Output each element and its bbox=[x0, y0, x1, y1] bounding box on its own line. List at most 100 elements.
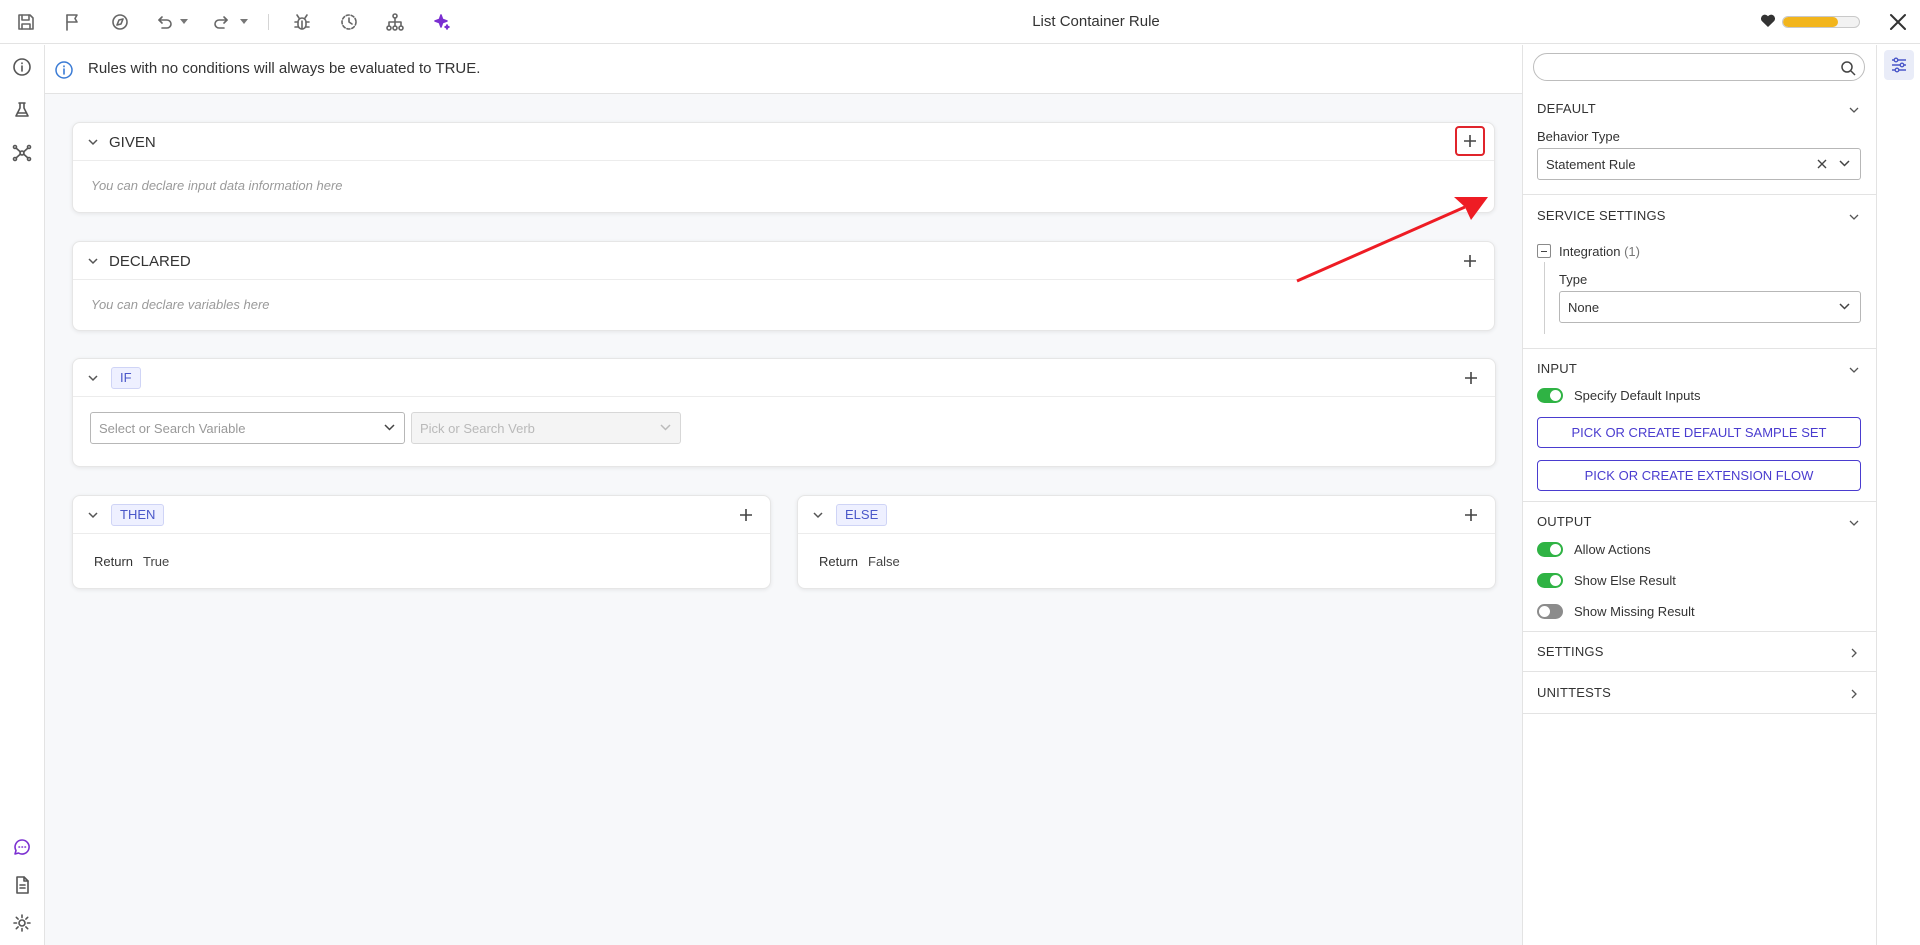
chevron-right-icon[interactable] bbox=[1848, 647, 1860, 659]
chevron-down-icon[interactable] bbox=[1848, 517, 1860, 529]
add-declared-button[interactable] bbox=[1460, 251, 1480, 271]
chevron-down-icon[interactable] bbox=[1848, 211, 1860, 223]
properties-sliders-icon[interactable] bbox=[1884, 50, 1914, 80]
chevron-down-icon[interactable] bbox=[87, 136, 99, 148]
then-return-value[interactable]: True bbox=[143, 554, 169, 569]
properties-panel: DEFAULT Behavior Type Statement Rule SER… bbox=[1522, 45, 1877, 945]
variable-select[interactable]: Select or Search Variable bbox=[90, 412, 405, 444]
show-else-result-toggle[interactable] bbox=[1537, 573, 1563, 588]
declared-hint: You can declare variables here bbox=[91, 297, 270, 312]
given-section: GIVEN You can declare input data informa… bbox=[72, 122, 1495, 213]
given-hint: You can declare input data information h… bbox=[91, 178, 343, 193]
chevron-down-icon bbox=[1839, 160, 1850, 167]
declared-section: DECLARED You can declare variables here bbox=[72, 241, 1495, 331]
verb-select-placeholder: Pick or Search Verb bbox=[420, 421, 535, 436]
add-else-action-button[interactable] bbox=[1461, 505, 1481, 525]
heart-icon bbox=[1760, 14, 1776, 33]
then-tag: THEN bbox=[111, 504, 165, 526]
divider bbox=[1523, 631, 1877, 632]
chevron-down-icon[interactable] bbox=[87, 255, 99, 267]
declared-title: DECLARED bbox=[109, 253, 191, 270]
pick-default-sample-set-button[interactable]: PICK OR CREATE DEFAULT SAMPLE SET bbox=[1537, 417, 1861, 448]
show-missing-result-toggle[interactable] bbox=[1537, 604, 1563, 619]
document-icon[interactable] bbox=[10, 873, 34, 897]
else-section: ELSE Return False bbox=[797, 495, 1496, 589]
divider bbox=[1523, 713, 1877, 714]
behavior-type-label: Behavior Type bbox=[1537, 129, 1620, 144]
rule-editor: Rules with no conditions will always be … bbox=[45, 45, 1522, 945]
close-icon[interactable] bbox=[1886, 10, 1910, 34]
chevron-down-icon[interactable] bbox=[87, 509, 99, 521]
integration-count: (1) bbox=[1624, 244, 1640, 259]
type-label: Type bbox=[1559, 272, 1588, 287]
behavior-type-select[interactable]: Statement Rule bbox=[1537, 148, 1861, 180]
specify-default-inputs-label: Specify Default Inputs bbox=[1574, 388, 1701, 403]
right-rail bbox=[1876, 45, 1920, 945]
integration-type-select[interactable]: None bbox=[1559, 291, 1861, 323]
specify-default-inputs-toggle[interactable] bbox=[1537, 388, 1563, 403]
top-toolbar: List Container Rule bbox=[0, 0, 1920, 44]
chevron-down-icon[interactable] bbox=[812, 509, 824, 521]
then-header: THEN bbox=[73, 496, 770, 534]
health-progress-bar bbox=[1782, 16, 1860, 28]
panel-search-input[interactable] bbox=[1546, 58, 1826, 76]
info-circle-icon bbox=[54, 60, 74, 80]
pick-extension-flow-button[interactable]: PICK OR CREATE EXTENSION FLOW bbox=[1537, 460, 1861, 491]
settings-section-title[interactable]: SETTINGS bbox=[1537, 644, 1604, 659]
search-icon[interactable] bbox=[1840, 60, 1856, 76]
verb-select[interactable]: Pick or Search Verb bbox=[411, 412, 681, 444]
left-rail bbox=[0, 45, 45, 945]
clear-icon[interactable] bbox=[1816, 158, 1828, 170]
declared-header: DECLARED bbox=[73, 242, 1494, 280]
integration-label[interactable]: Integration (1) bbox=[1559, 244, 1640, 259]
chat-icon[interactable] bbox=[10, 835, 34, 859]
divider bbox=[1523, 194, 1877, 195]
allow-actions-label: Allow Actions bbox=[1574, 542, 1651, 557]
variable-select-placeholder: Select or Search Variable bbox=[99, 421, 246, 436]
default-section-title[interactable]: DEFAULT bbox=[1537, 101, 1596, 116]
behavior-type-value: Statement Rule bbox=[1546, 157, 1636, 172]
info-message: Rules with no conditions will always be … bbox=[88, 60, 481, 77]
show-missing-result-label: Show Missing Result bbox=[1574, 604, 1695, 619]
if-section: IF Select or Search Variable Pick or Sea… bbox=[72, 358, 1496, 467]
settings-gear-icon[interactable] bbox=[10, 911, 34, 935]
service-settings-section-title[interactable]: SERVICE SETTINGS bbox=[1537, 208, 1666, 223]
info-banner: Rules with no conditions will always be … bbox=[45, 45, 1522, 94]
chevron-down-icon[interactable] bbox=[1848, 364, 1860, 376]
chevron-down-icon[interactable] bbox=[87, 372, 99, 384]
divider bbox=[1523, 348, 1877, 349]
tree-line bbox=[1544, 262, 1545, 334]
health-progress-fill bbox=[1783, 17, 1838, 27]
collapse-integration-icon[interactable] bbox=[1537, 244, 1551, 258]
then-return-label: Return bbox=[94, 554, 134, 569]
input-section-title[interactable]: INPUT bbox=[1537, 361, 1577, 376]
divider bbox=[1523, 671, 1877, 672]
chevron-right-icon[interactable] bbox=[1848, 688, 1860, 700]
if-tag: IF bbox=[111, 367, 141, 389]
integration-type-value: None bbox=[1568, 300, 1600, 315]
else-tag: ELSE bbox=[836, 504, 888, 526]
if-header: IF bbox=[73, 359, 1495, 397]
add-given-button[interactable] bbox=[1455, 126, 1485, 156]
else-return-label: Return bbox=[819, 554, 859, 569]
then-section: THEN Return True bbox=[72, 495, 771, 589]
network-icon[interactable] bbox=[10, 141, 34, 165]
flask-icon[interactable] bbox=[10, 98, 34, 122]
info-icon[interactable] bbox=[10, 55, 34, 79]
chevron-down-icon bbox=[384, 424, 395, 431]
chevron-down-icon bbox=[1839, 303, 1850, 310]
given-header: GIVEN bbox=[73, 123, 1494, 161]
unittests-section-title[interactable]: UNITTESTS bbox=[1537, 685, 1611, 700]
chevron-down-icon[interactable] bbox=[1848, 104, 1860, 116]
panel-search[interactable] bbox=[1533, 53, 1865, 81]
output-section-title[interactable]: OUTPUT bbox=[1537, 514, 1592, 529]
else-return-value[interactable]: False bbox=[868, 554, 900, 569]
show-else-result-label: Show Else Result bbox=[1574, 573, 1676, 588]
allow-actions-toggle[interactable] bbox=[1537, 542, 1563, 557]
given-title: GIVEN bbox=[109, 134, 156, 151]
add-then-action-button[interactable] bbox=[736, 505, 756, 525]
integration-name: Integration bbox=[1559, 244, 1621, 259]
add-condition-button[interactable] bbox=[1461, 368, 1481, 388]
page-title: List Container Rule bbox=[1032, 13, 1160, 30]
divider bbox=[1523, 501, 1877, 502]
